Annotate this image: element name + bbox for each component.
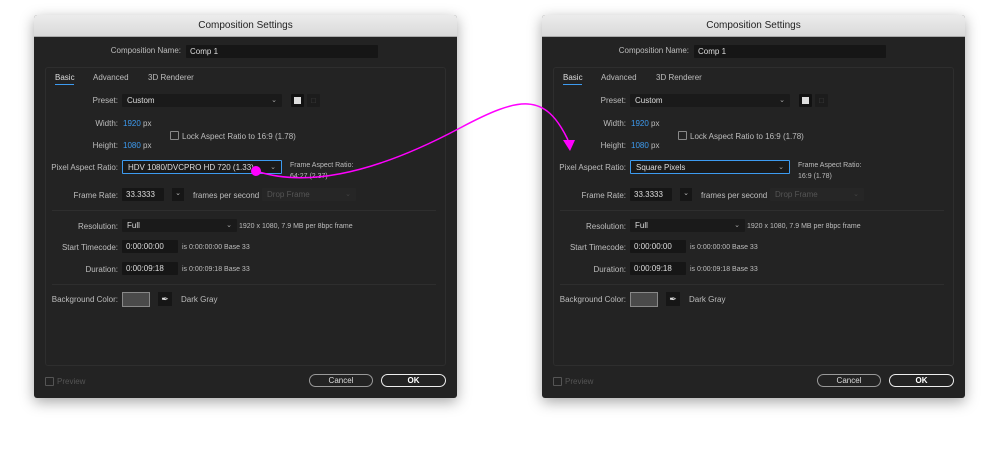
annotation-arrow [251, 103, 575, 179]
arrow-path [255, 103, 569, 179]
arrow-origin-dot [251, 166, 261, 176]
arrowhead-icon [563, 140, 575, 151]
